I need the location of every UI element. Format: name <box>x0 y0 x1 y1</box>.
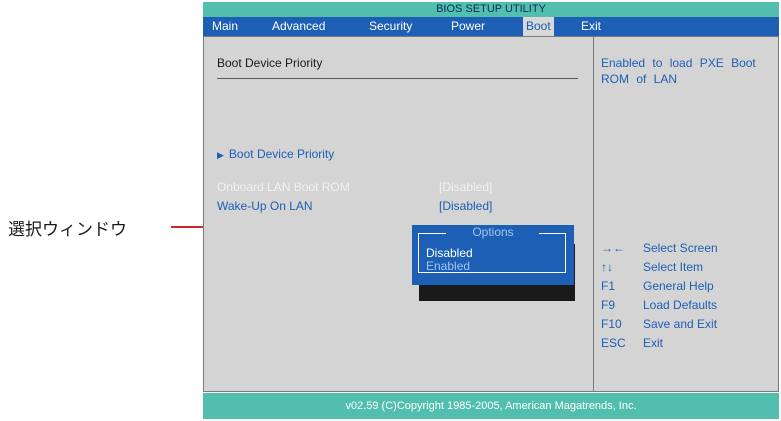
key-row-load-defaults: F9 Load Defaults <box>601 298 717 312</box>
menu-advanced[interactable]: Advanced <box>272 17 325 36</box>
key-row-general-help: F1 General Help <box>601 279 714 293</box>
up-down-arrows-icon: ↑↓ <box>601 260 613 274</box>
menu-main[interactable]: Main <box>212 17 238 36</box>
key-action: Load Defaults <box>643 298 718 312</box>
left-right-arrows-icon: →← <box>601 241 625 255</box>
menu-power[interactable]: Power <box>451 17 485 36</box>
bios-setup-window: BIOS SETUP UTILITY Main Advanced Securit… <box>203 2 779 394</box>
key-action: Select Screen <box>643 241 718 255</box>
setting-onboard-lan-boot-rom-value[interactable]: [Disabled] <box>439 180 492 194</box>
submenu-label: Boot Device Priority <box>228 147 335 161</box>
menu-boot[interactable]: Boot <box>523 17 554 36</box>
key-label: ESC <box>601 336 626 350</box>
setting-onboard-lan-boot-rom[interactable]: Onboard LAN Boot ROM <box>217 180 350 194</box>
help-pane: Enabled to load PXE Boot ROM of LAN →← Se… <box>594 37 778 391</box>
section-divider <box>217 78 578 79</box>
key-action: Exit <box>643 336 664 350</box>
callout-label: 選択ウィンドウ <box>8 220 127 240</box>
triangle-right-icon: ▶ <box>217 150 224 160</box>
boot-device-priority-link[interactable]: ▶ Boot Device Priority <box>217 147 334 161</box>
setting-wake-up-on-lan-value[interactable]: [Disabled] <box>439 199 492 213</box>
copyright-footer: v02.59 (C)Copyright 1985-2005, American … <box>203 393 779 419</box>
options-popup: Options Disabled Enabled <box>412 225 574 285</box>
option-enabled[interactable]: Enabled <box>426 260 470 273</box>
key-label: F1 <box>601 279 616 293</box>
key-label: F9 <box>601 298 616 312</box>
key-action: General Help <box>643 279 714 293</box>
key-action: Select Item <box>643 260 704 274</box>
key-row-select-item: ↑↓ Select Item <box>601 260 703 274</box>
bios-body: Boot Device Priority ▶ Boot Device Priori… <box>203 36 779 392</box>
key-row-save-and-exit: F10 Save and Exit <box>601 317 717 331</box>
menu-bar: Main Advanced Security Power Boot Exit <box>203 17 779 36</box>
key-action: Save and Exit <box>643 317 718 331</box>
help-description: Enabled to load PXE Boot ROM of LAN <box>601 56 756 86</box>
main-pane: Boot Device Priority ▶ Boot Device Priori… <box>204 37 594 391</box>
key-row-exit: ESC Exit <box>601 336 663 350</box>
section-title: Boot Device Priority <box>217 56 323 70</box>
setting-wake-up-on-lan[interactable]: Wake-Up On LAN <box>217 199 313 213</box>
menu-security[interactable]: Security <box>369 17 412 36</box>
bios-title-bar: BIOS SETUP UTILITY <box>203 2 779 17</box>
popup-title: Options <box>412 225 574 239</box>
menu-exit[interactable]: Exit <box>581 17 601 36</box>
key-row-select-screen: →← Select Screen <box>601 241 718 255</box>
key-label: F10 <box>601 317 622 331</box>
